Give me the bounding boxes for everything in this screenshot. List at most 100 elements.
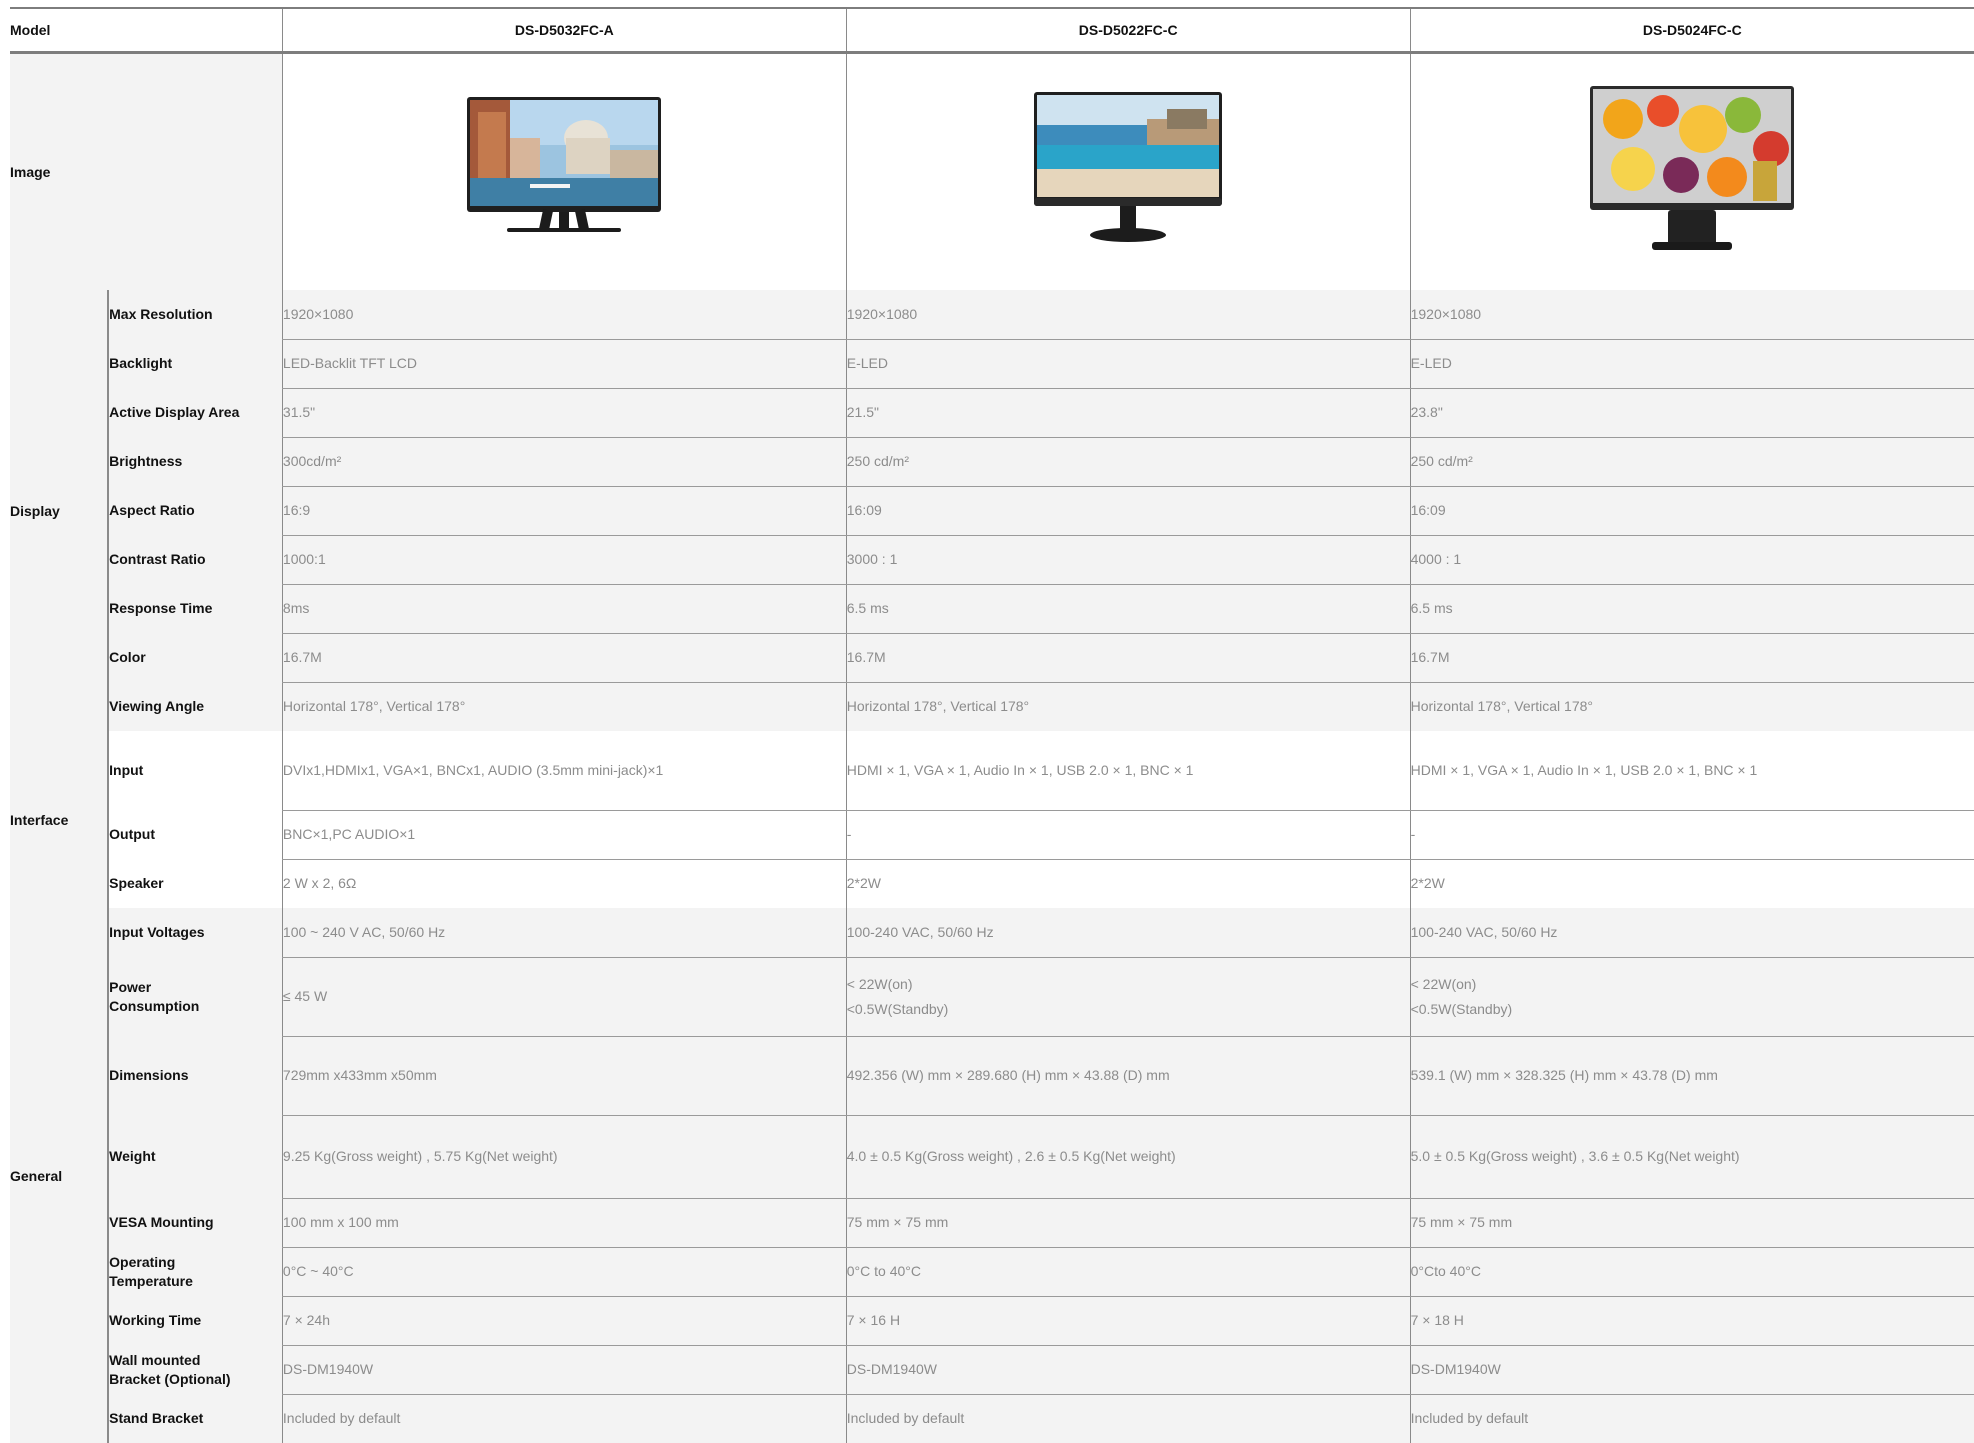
spec-value: 8ms bbox=[281, 584, 847, 634]
row-label: Active Display Area bbox=[108, 388, 283, 437]
spec-value: 250 cd/m² bbox=[1409, 437, 1974, 487]
spec-value: E-LED bbox=[845, 339, 1411, 389]
spec-value: DS-DM1940W bbox=[845, 1345, 1411, 1395]
row-label-line: Operating bbox=[109, 1253, 176, 1270]
spec-value: 4000 : 1 bbox=[1409, 535, 1974, 585]
spec-value: ≤ 45 W bbox=[281, 957, 847, 1037]
row-operating-temperature: Operating Temperature 0°C ~ 40°C 0°C to … bbox=[10, 1247, 1974, 1297]
monitor-photo-2 bbox=[1034, 91, 1223, 248]
spec-value: 492.356 (W) mm × 289.680 (H) mm × 43.88 … bbox=[845, 1036, 1411, 1116]
spec-value-line: ≤ 45 W bbox=[282, 988, 328, 1004]
spec-value: 75 mm × 75 mm bbox=[1409, 1198, 1974, 1248]
row-label: Working Time bbox=[108, 1296, 283, 1345]
spec-value: Horizontal 178°, Vertical 178° bbox=[845, 682, 1411, 731]
spec-value: < 22W(on) <0.5W(Standby) bbox=[845, 957, 1411, 1037]
spec-value: 7 × 24h bbox=[281, 1296, 847, 1346]
row-label: Output bbox=[108, 810, 283, 859]
spec-value: 6.5 ms bbox=[1409, 584, 1974, 634]
row-input-voltages: General Input Voltages 100 ~ 240 V AC, 5… bbox=[10, 908, 1974, 1443]
spec-value: 16.7M bbox=[845, 633, 1411, 683]
row-power-consumption: Power Consumption ≤ 45 W < 22W(on) <0.5W… bbox=[10, 957, 1974, 1037]
row-color: Color 16.7M 16.7M 16.7M bbox=[10, 633, 1974, 683]
spec-value: 5.0 ± 0.5 Kg(Gross weight) , 3.6 ± 0.5 K… bbox=[1409, 1115, 1974, 1199]
spec-value: Included by default bbox=[1409, 1394, 1974, 1443]
monitor-photo-3 bbox=[1590, 85, 1795, 254]
spec-value: - bbox=[845, 810, 1411, 860]
row-input: Interface Input DVIx1,HDMIx1, VGA×1, BNC… bbox=[10, 731, 1974, 908]
row-active-display-area: Active Display Area 31.5" 21.5" 23.8" bbox=[10, 388, 1974, 438]
spec-value: 9.25 Kg(Gross weight) , 5.75 Kg(Net weig… bbox=[281, 1115, 847, 1199]
spec-value: DS-DM1940W bbox=[281, 1345, 847, 1395]
spec-value: 16.7M bbox=[1409, 633, 1974, 683]
group-label-display: Display bbox=[10, 290, 110, 731]
spec-value: 0°C ~ 40°C bbox=[281, 1247, 847, 1297]
row-label: Weight bbox=[108, 1115, 283, 1198]
spec-value: 1920×1080 bbox=[845, 290, 1411, 340]
spec-value: DVIx1,HDMIx1, VGA×1, BNCx1, AUDIO (3.5mm… bbox=[281, 731, 847, 811]
spec-value: 23.8" bbox=[1409, 388, 1974, 438]
spec-value: 6.5 ms bbox=[845, 584, 1411, 634]
model-name-2: DS-D5022FC-C bbox=[845, 7, 1411, 54]
row-label: Wall mounted Bracket (Optional) bbox=[108, 1345, 283, 1394]
spec-value: 16.7M bbox=[281, 633, 847, 683]
spec-value: 100 mm x 100 mm bbox=[281, 1198, 847, 1248]
model-name-1: DS-D5032FC-A bbox=[281, 7, 847, 54]
spec-value-line: <0.5W(Standby) bbox=[1410, 1000, 1513, 1017]
spec-value-line: < 22W(on) bbox=[846, 975, 913, 992]
image-row-label: Image bbox=[10, 52, 283, 290]
spec-value: 7 × 18 H bbox=[1409, 1296, 1974, 1346]
row-label: Response Time bbox=[108, 584, 283, 633]
row-vesa-mounting: VESA Mounting 100 mm x 100 mm 75 mm × 75… bbox=[10, 1198, 1974, 1248]
row-response-time: Response Time 8ms 6.5 ms 6.5 ms bbox=[10, 584, 1974, 634]
row-label: Contrast Ratio bbox=[108, 535, 283, 584]
spec-value: 1000:1 bbox=[281, 535, 847, 585]
spec-value: 75 mm × 75 mm bbox=[845, 1198, 1411, 1248]
spec-value-line: < 22W(on) bbox=[1410, 975, 1477, 992]
spec-value: 100-240 VAC, 50/60 Hz bbox=[1409, 908, 1974, 958]
row-output: Output BNC×1,PC AUDIO×1 - - bbox=[10, 810, 1974, 860]
spec-value: 300cd/m² bbox=[281, 437, 847, 487]
row-label: Input Voltages bbox=[108, 908, 283, 957]
group-label-general: General bbox=[10, 908, 110, 1443]
monitor-photo-1 bbox=[467, 96, 662, 243]
row-weight: Weight 9.25 Kg(Gross weight) , 5.75 Kg(N… bbox=[10, 1115, 1974, 1199]
spec-value: 7 × 16 H bbox=[845, 1296, 1411, 1346]
row-backlight: Backlight LED-Backlit TFT LCD E-LED E-LE… bbox=[10, 339, 1974, 389]
row-aspect-ratio: Aspect Ratio 16:9 16:09 16:09 bbox=[10, 486, 1974, 536]
row-speaker: Speaker 2 W x 2, 6Ω 2*2W 2*2W bbox=[10, 859, 1974, 908]
header-row: Model DS-D5032FC-A DS-D5022FC-C DS-D5024… bbox=[10, 7, 1974, 54]
spec-value: Horizontal 178°, Vertical 178° bbox=[1409, 682, 1974, 731]
model-name-3: DS-D5024FC-C bbox=[1409, 7, 1974, 54]
product-image-cell-2 bbox=[845, 52, 1411, 290]
row-stand-bracket: Stand Bracket Included by default Includ… bbox=[10, 1394, 1974, 1443]
image-row: Image bbox=[10, 52, 1974, 290]
row-dimensions: Dimensions 729mm x433mm x50mm 492.356 (W… bbox=[10, 1036, 1974, 1116]
row-label: Stand Bracket bbox=[108, 1394, 283, 1443]
spec-value: 100-240 VAC, 50/60 Hz bbox=[845, 908, 1411, 958]
spec-value: 0°C to 40°C bbox=[845, 1247, 1411, 1297]
spec-value: 4.0 ± 0.5 Kg(Gross weight) , 2.6 ± 0.5 K… bbox=[845, 1115, 1411, 1199]
spec-value: 2*2W bbox=[845, 859, 1411, 908]
row-label: Backlight bbox=[108, 339, 283, 388]
spec-value: 729mm x433mm x50mm bbox=[281, 1036, 847, 1116]
spec-value: HDMI × 1, VGA × 1, Audio In × 1, USB 2.0… bbox=[1409, 731, 1974, 811]
row-label: Dimensions bbox=[108, 1036, 283, 1115]
spec-value: Included by default bbox=[845, 1394, 1411, 1443]
row-contrast-ratio: Contrast Ratio 1000:1 3000 : 1 4000 : 1 bbox=[10, 535, 1974, 585]
row-label: Max Resolution bbox=[108, 290, 283, 339]
row-label-line: Consumption bbox=[109, 997, 200, 1014]
spec-value: 539.1 (W) mm × 328.325 (H) mm × 43.78 (D… bbox=[1409, 1036, 1974, 1116]
spec-value: 16:09 bbox=[1409, 486, 1974, 536]
row-brightness: Brightness 300cd/m² 250 cd/m² 250 cd/m² bbox=[10, 437, 1974, 487]
row-label-line: Power bbox=[109, 978, 152, 995]
row-label: Input bbox=[108, 731, 283, 810]
spec-value: 2 W x 2, 6Ω bbox=[281, 859, 847, 908]
spec-value: 31.5" bbox=[281, 388, 847, 438]
row-label: VESA Mounting bbox=[108, 1198, 283, 1247]
row-label: Operating Temperature bbox=[108, 1247, 283, 1296]
spec-value: 3000 : 1 bbox=[845, 535, 1411, 585]
product-image-cell-1 bbox=[281, 52, 847, 290]
row-max-resolution: Display Max Resolution 1920×1080 1920×10… bbox=[10, 290, 1974, 731]
spec-table: Model DS-D5032FC-A DS-D5022FC-C DS-D5024… bbox=[10, 7, 1974, 1443]
spec-value: 100 ~ 240 V AC, 50/60 Hz bbox=[281, 908, 847, 958]
